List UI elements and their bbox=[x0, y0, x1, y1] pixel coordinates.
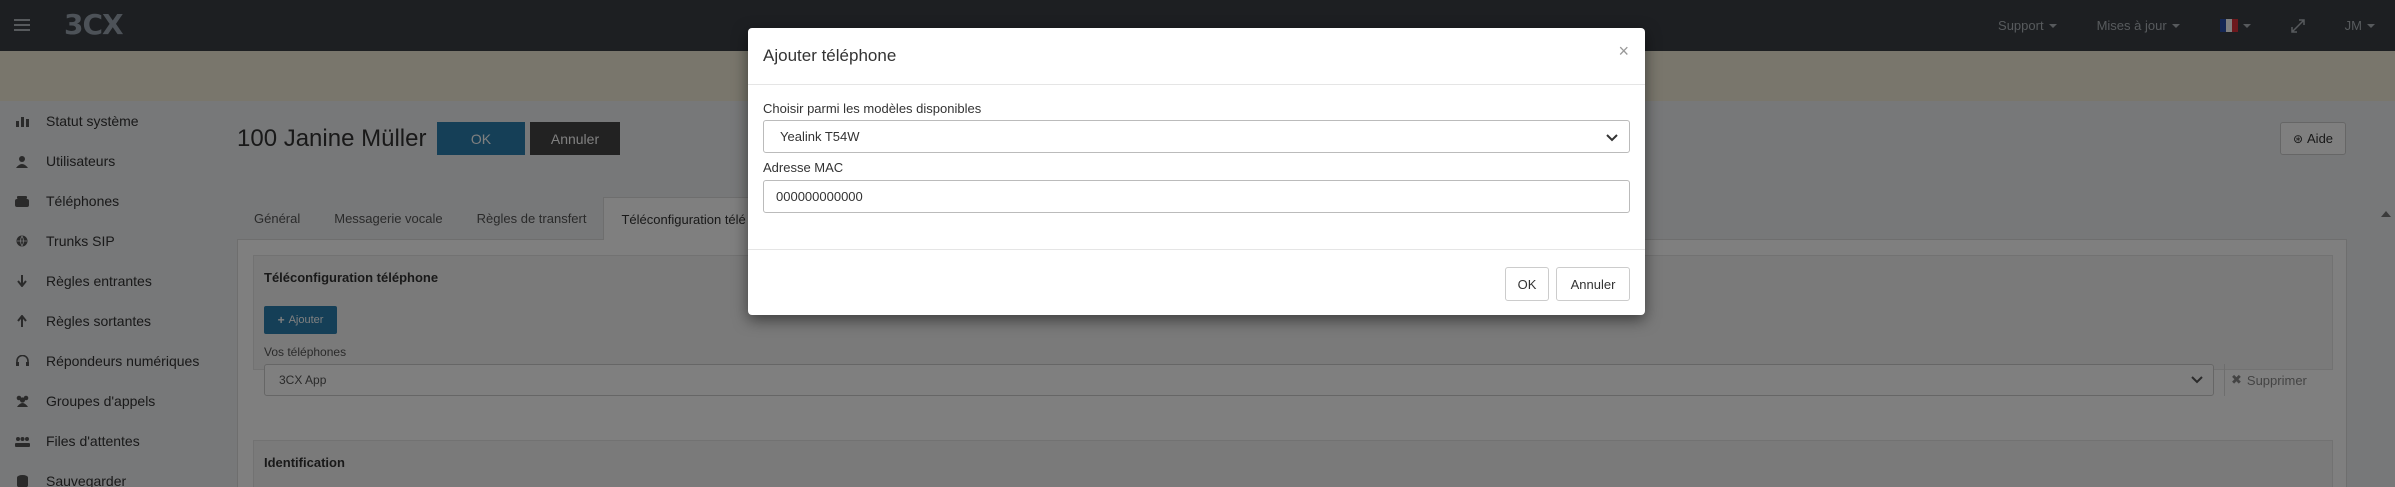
chevron-down-icon bbox=[1605, 130, 1619, 147]
model-label: Choisir parmi les modèles disponibles bbox=[763, 101, 982, 116]
dialog-footer: OK Annuler bbox=[748, 250, 1645, 314]
model-select-value: Yealink T54W bbox=[780, 129, 860, 144]
close-icon[interactable]: × bbox=[1618, 42, 1629, 60]
dialog-ok-button[interactable]: OK bbox=[1505, 267, 1549, 301]
dialog-title: Ajouter téléphone bbox=[763, 46, 897, 65]
model-select[interactable]: Yealink T54W bbox=[763, 120, 1630, 153]
add-phone-dialog: Ajouter téléphone × Choisir parmi les mo… bbox=[748, 28, 1645, 315]
dialog-body: Choisir parmi les modèles disponibles Ye… bbox=[748, 85, 1645, 250]
mac-address-label: Adresse MAC bbox=[763, 160, 844, 175]
dialog-header: Ajouter téléphone × bbox=[748, 28, 1645, 85]
mac-address-input[interactable] bbox=[763, 180, 1630, 213]
dialog-cancel-button[interactable]: Annuler bbox=[1556, 267, 1630, 301]
